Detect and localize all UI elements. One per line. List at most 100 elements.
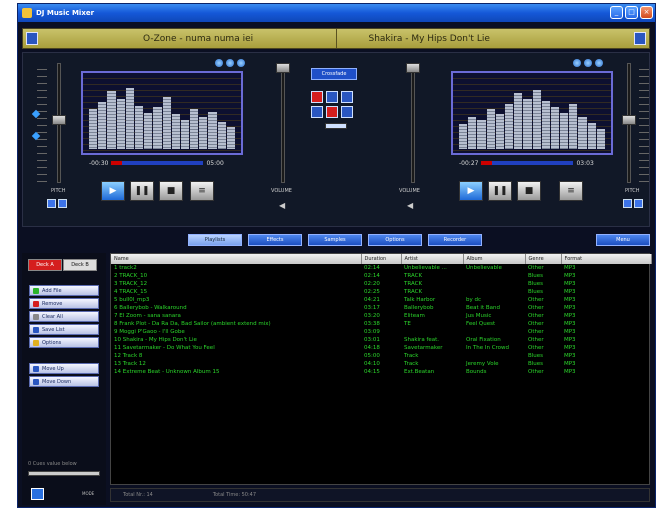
table-cell: TRACK [404,273,423,279]
fx-button-6[interactable] [341,106,353,118]
deck-a-visualizer [81,71,243,155]
tab-recorder[interactable]: Recorder [428,234,482,246]
table-row[interactable]: 11 Savetarmaker - Do What You Feel 04:18 S… [111,344,651,352]
fx-button-2[interactable] [326,91,338,103]
table-cell: 1 track2 [114,265,137,271]
tab-options[interactable]: Options [368,234,422,246]
deck-b-pitch-knob[interactable] [622,115,636,125]
fx-button-1[interactable] [311,91,323,103]
deck-a-timeline[interactable]: -00:30 05:00 [89,159,224,167]
table-row[interactable]: 4 TRACK_15 02:25 TRACK Blues MP3 [111,288,651,296]
tab-menu[interactable]: Menu [596,234,650,246]
table-cell: Other [528,329,544,335]
column-header[interactable]: Duration [361,254,402,264]
pitch-slider-knob[interactable] [52,115,66,125]
table-row[interactable]: 2 TRACK_10 02:14 TRACK Blues MP3 [111,272,651,280]
table-cell [463,352,525,360]
mixer: Crossfade [305,53,369,228]
table-row[interactable]: 14 Extreme Beat - Unknown Album 15 04:15 E… [111,368,651,376]
table-cell: MP3 [564,273,576,279]
deck-b-volume-knob[interactable] [406,63,420,73]
deck-a-pitch-label: PITCH [51,188,66,194]
section-tabs: Playlists Effects Samples Options Record… [18,234,655,246]
deck-a-position-bar[interactable] [111,161,204,165]
table-cell: 03:01 [364,337,380,343]
deck-b-cue-button[interactable]: ≡ [559,181,583,201]
deck-b-timeline[interactable]: -00:27 03:03 [459,159,594,167]
deck-b-volume-track[interactable] [411,63,415,183]
move-down-button[interactable]: Move Down [29,376,99,387]
minimize-button[interactable]: _ [610,6,623,19]
table-row[interactable]: 6 Ballerybob - Walkaround 03:17 Ballerybob… [111,304,651,312]
close-button[interactable]: × [640,6,653,19]
table-row[interactable]: 5 bull0l_mp3 04:21 Talk Harbor by dc Other MP… [111,296,651,304]
table-cell: Track [404,353,419,359]
table-cell: MP3 [564,369,576,375]
table-row[interactable]: 3 TRACK_12 02:20 TRACK Blues MP3 [111,280,651,288]
table-header-row: Name Duration Artist Album Genre Format [111,254,652,264]
deck-b-play-button[interactable]: ▶ [459,181,483,201]
deck-a-volume-track[interactable] [281,63,285,183]
tab-effects[interactable]: Effects [248,234,302,246]
deck-b-position-bar[interactable] [481,161,574,165]
table-cell: MP3 [564,321,576,327]
maximize-button[interactable]: □ [625,6,638,19]
column-header[interactable]: Album [463,254,526,264]
options-button[interactable]: Options [29,337,99,348]
deck-b-tab[interactable]: Deck B [63,259,97,271]
table-row[interactable]: 10 Shakira - My Hips Don't Lie 03:01 Shaki… [111,336,651,344]
deck-b-pitch-down-icon[interactable] [623,199,632,208]
column-header[interactable]: Format [561,254,652,264]
fx-button-5[interactable] [326,106,338,118]
deck-a-tab[interactable]: Deck A [28,259,62,271]
table-cell: Bounds [466,369,487,375]
table-row[interactable]: 1 track2 02:14 Unbelievable ... Unbelievabl… [111,264,651,272]
table-cell: Unbelievable ... [404,265,447,271]
now-playing-marquee: O-Zone - numa numa iei Shakira - My Hips… [22,28,650,49]
table-cell: MP3 [564,337,576,343]
clear-all-label: Clear All [42,313,63,320]
recycle-bin-icon[interactable] [31,488,44,500]
tab-samples[interactable]: Samples [308,234,362,246]
table-cell: 05:00 [364,353,380,359]
table-cell: 13 Track 12 [114,361,146,367]
table-row[interactable]: 7 El Zoom - sana sanara 03:20 Eliteam Jus M… [111,312,651,320]
deck-a-volume-knob[interactable] [276,63,290,73]
column-header[interactable]: Artist [401,254,464,264]
fx-button-4[interactable] [311,106,323,118]
deck-b-stop-button[interactable]: ■ [517,181,541,201]
table-cell: Beat it Band [466,305,500,311]
column-header[interactable]: Genre [525,254,562,264]
deck-b-pause-button[interactable]: ❚❚ [488,181,512,201]
deck-a-cue-button[interactable]: ≡ [190,181,214,201]
crossfader[interactable] [325,123,347,129]
app-window: DJ Music Mixer _ □ × O-Zone - numa numa … [17,3,656,508]
deck-a-play-button[interactable]: ▶ [101,181,125,201]
cue-progress-bar[interactable] [28,471,100,476]
save-list-button[interactable]: Save List [29,324,99,335]
clear-all-button[interactable]: Clear All [29,311,99,322]
fx-button-3[interactable] [341,91,353,103]
table-cell: 9 Moggi P'Gaoo - I'll Gobe [114,329,185,335]
load-deck-a-icon[interactable] [26,32,38,45]
tab-playlists[interactable]: Playlists [188,234,242,246]
add-file-button[interactable]: Add File [29,285,99,296]
deck-a-pause-button[interactable]: ❚❚ [130,181,154,201]
deck-b-pitch-up-icon[interactable] [634,199,643,208]
deck-a-pitch-down-icon[interactable] [47,199,56,208]
table-cell: Other [528,297,544,303]
speaker-icon: ◀ [407,201,414,210]
speaker-icon: ◀ [279,201,286,210]
add-icon [33,287,39,294]
table-row[interactable]: 12 Track 8 05:00 Track Blues MP3 [111,352,651,360]
remove-label: Remove [42,300,63,307]
table-row[interactable]: 13 Track 12 04:10 Track Jeremy Vole Blues MP3 [111,360,651,368]
deck-a-stop-button[interactable]: ■ [159,181,183,201]
table-row[interactable]: 9 Moggi P'Gaoo - I'll Gobe 03:09 Other MP3 [111,328,651,336]
table-row[interactable]: 8 Frank Plot - Da Ra Da, Bad Sailor (amb… [111,320,651,328]
column-header[interactable]: Name [111,254,362,264]
load-deck-b-icon[interactable] [634,32,646,45]
move-up-button[interactable]: Move Up [29,363,99,374]
deck-a-pitch-up-icon[interactable] [58,199,67,208]
remove-button[interactable]: Remove [29,298,99,309]
